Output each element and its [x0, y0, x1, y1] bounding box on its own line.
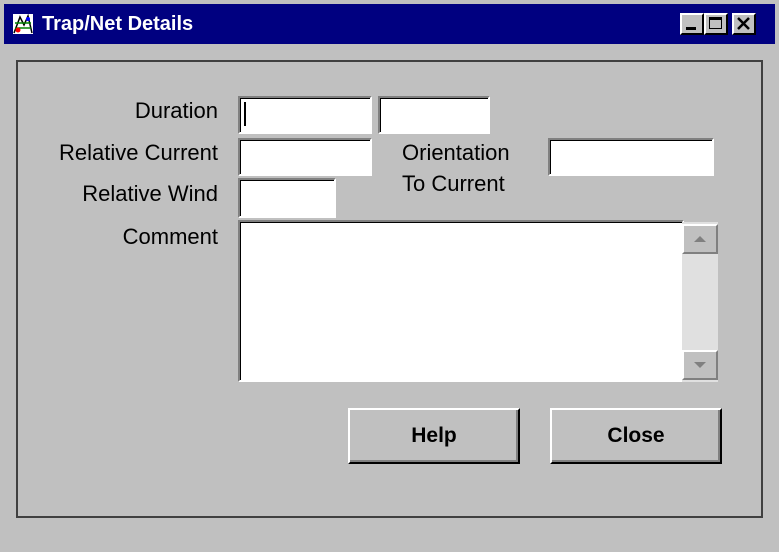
relative-wind-label: Relative Wind	[82, 181, 218, 206]
duration-field-1[interactable]	[238, 96, 372, 134]
maximize-icon	[709, 17, 722, 29]
minimize-button[interactable]	[680, 13, 704, 35]
orientation-input[interactable]	[550, 140, 712, 174]
title-bar[interactable]: Trap/Net Details	[4, 4, 775, 44]
scroll-down-button[interactable]	[682, 350, 718, 380]
relative-wind-field[interactable]	[238, 178, 336, 218]
comment-textarea[interactable]	[240, 222, 682, 380]
duration-field-2[interactable]	[378, 96, 490, 134]
comment-scrollbar[interactable]	[682, 222, 718, 382]
relative-wind-input[interactable]	[240, 180, 334, 216]
orientation-label-line2: To Current	[402, 171, 505, 196]
arrow-down-icon	[694, 362, 706, 368]
orientation-label-line1: Orientation	[402, 140, 510, 165]
close-button[interactable]: Close	[550, 408, 722, 464]
maximize-button[interactable]	[704, 13, 728, 35]
comment-field[interactable]	[238, 220, 684, 382]
duration-label: Duration	[134, 98, 218, 123]
help-button[interactable]: Help	[348, 408, 520, 464]
comment-label: Comment	[122, 224, 218, 249]
window-title: Trap/Net Details	[42, 13, 194, 35]
arrow-up-icon	[694, 236, 706, 242]
trap-net-details-window: Trap/Net Details Duration Relative Curre…	[0, 0, 779, 552]
relative-current-field[interactable]	[238, 138, 372, 176]
minimize-icon	[686, 27, 696, 30]
close-window-button[interactable]	[732, 13, 756, 35]
relative-current-label: Relative Current	[59, 140, 218, 165]
duration-input-2[interactable]	[380, 98, 488, 132]
orientation-field[interactable]	[548, 138, 714, 176]
app-net-icon	[12, 13, 34, 35]
scroll-up-button[interactable]	[682, 224, 718, 254]
relative-current-input[interactable]	[240, 140, 370, 174]
duration-input-1[interactable]	[240, 98, 370, 132]
close-icon	[737, 17, 750, 30]
text-caret	[244, 102, 246, 126]
